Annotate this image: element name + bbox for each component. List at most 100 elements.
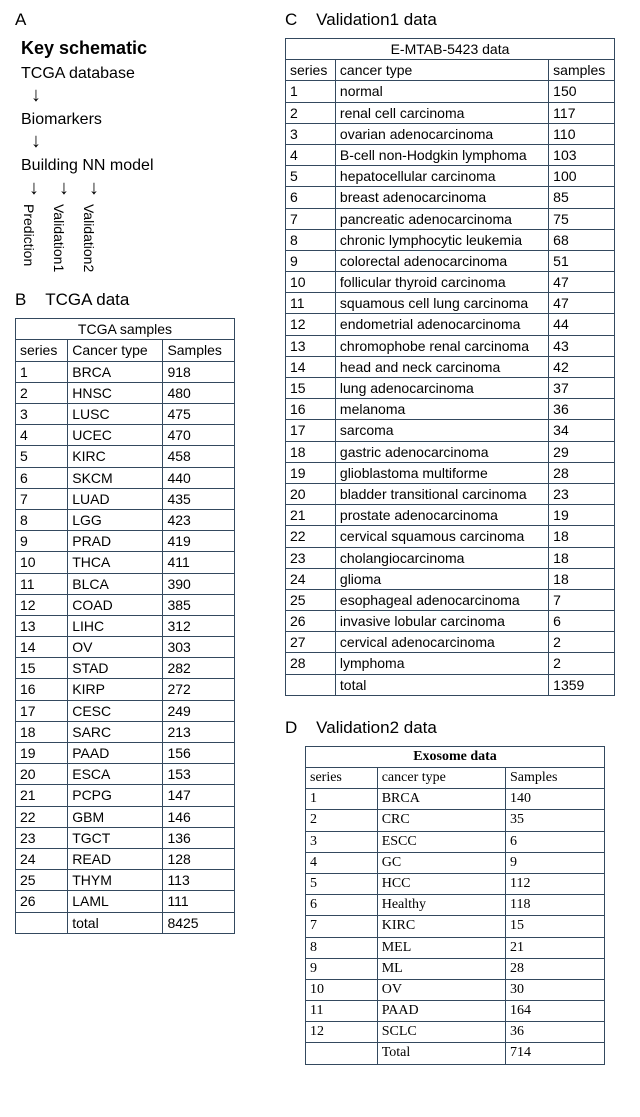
cell-series: 10 <box>16 552 68 573</box>
table-row: 18 SARC 213 <box>16 721 235 742</box>
table-row: 22 cervical squamous carcinoma 18 <box>286 526 615 547</box>
cell-series: 21 <box>286 505 336 526</box>
cell-samples: 28 <box>505 958 604 979</box>
cell-series: 4 <box>306 852 378 873</box>
table-row: 28 lymphoma 2 <box>286 653 615 674</box>
cell-series: 6 <box>286 187 336 208</box>
emtab-total-value: 1359 <box>549 674 615 695</box>
cell-series: 6 <box>306 895 378 916</box>
cell-series: 1 <box>286 81 336 102</box>
cell-series: 2 <box>286 102 336 123</box>
table-row: 8 LGG 423 <box>16 509 235 530</box>
cell-series: 10 <box>286 272 336 293</box>
cell-samples: 75 <box>549 208 615 229</box>
cell-type: GC <box>377 852 505 873</box>
table-row: 23 cholangiocarcinoma 18 <box>286 547 615 568</box>
cell-samples: 249 <box>163 700 235 721</box>
cell-series: 27 <box>286 632 336 653</box>
cell-series: 18 <box>286 441 336 462</box>
exo-h-samples: Samples <box>505 768 604 789</box>
cell-type: head and neck carcinoma <box>335 356 548 377</box>
cell-series: 22 <box>16 806 68 827</box>
cell-samples: 111 <box>163 891 235 912</box>
cell-series: 25 <box>286 589 336 610</box>
cell-samples: 51 <box>549 250 615 271</box>
cell-type: LUSC <box>68 404 163 425</box>
cell-samples: 110 <box>549 123 615 144</box>
panel-c-label: C <box>285 10 297 29</box>
cell-type: follicular thyroid carcinoma <box>335 272 548 293</box>
cell-series: 5 <box>286 166 336 187</box>
tcga-total-row: total 8425 <box>16 912 235 933</box>
cell-series: 3 <box>286 123 336 144</box>
table-row: 25 esophageal adenocarcinoma 7 <box>286 589 615 610</box>
cell-type: B-cell non-Hodgkin lymphoma <box>335 144 548 165</box>
table-row: 8 MEL 21 <box>306 937 605 958</box>
table-row: 24 READ 128 <box>16 848 235 869</box>
cell-type: THYM <box>68 870 163 891</box>
exo-body: 1 BRCA 140 2 CRC 35 3 ESCC 6 4 GC 9 <box>306 789 605 1043</box>
arrow-down-icon: ↓ <box>31 131 255 151</box>
panel-a: A Key schematic TCGA database ↓ Biomarke… <box>15 10 255 272</box>
schematic-step2: Biomarkers <box>21 111 255 129</box>
cell-type: lymphoma <box>335 653 548 674</box>
cell-samples: 918 <box>163 361 235 382</box>
cell-samples: 113 <box>163 870 235 891</box>
cell-samples: 29 <box>549 441 615 462</box>
emtab-caption: E-MTAB-5423 data <box>286 39 615 60</box>
table-row: 15 lung adenocarcinoma 37 <box>286 378 615 399</box>
table-row: 5 hepatocellular carcinoma 100 <box>286 166 615 187</box>
cell-type: KIRP <box>68 679 163 700</box>
cell-type: invasive lobular carcinoma <box>335 611 548 632</box>
cell-series: 15 <box>16 658 68 679</box>
cell-type: gastric adenocarcinoma <box>335 441 548 462</box>
cell-series: 4 <box>286 144 336 165</box>
table-row: 10 follicular thyroid carcinoma 47 <box>286 272 615 293</box>
cell-samples: 47 <box>549 272 615 293</box>
cell-series: 21 <box>16 785 68 806</box>
table-row: 12 endometrial adenocarcinoma 44 <box>286 314 615 335</box>
table-row: 1 BRCA 140 <box>306 789 605 810</box>
table-row: 13 chromophobe renal carcinoma 43 <box>286 335 615 356</box>
cell-series: 2 <box>16 382 68 403</box>
cell-type: bladder transitional carcinoma <box>335 483 548 504</box>
cell-type: SARC <box>68 721 163 742</box>
table-row: 6 breast adenocarcinoma 85 <box>286 187 615 208</box>
cell-series: 9 <box>306 958 378 979</box>
cell-type: glioblastoma multiforme <box>335 462 548 483</box>
cell-type: OV <box>68 637 163 658</box>
cell-samples: 2 <box>549 632 615 653</box>
table-row: 20 bladder transitional carcinoma 23 <box>286 483 615 504</box>
tcga-total-label: total <box>68 912 163 933</box>
table-row: 17 sarcoma 34 <box>286 420 615 441</box>
table-row: 12 COAD 385 <box>16 594 235 615</box>
table-row: 7 pancreatic adenocarcinoma 75 <box>286 208 615 229</box>
cell-samples: 37 <box>549 378 615 399</box>
cell-samples: 146 <box>163 806 235 827</box>
table-row: 21 prostate adenocarcinoma 19 <box>286 505 615 526</box>
arrow-down-icon: ↓ <box>59 177 69 200</box>
cell-samples: 385 <box>163 594 235 615</box>
cell-series: 7 <box>16 488 68 509</box>
cell-samples: 42 <box>549 356 615 377</box>
cell-type: hepatocellular carcinoma <box>335 166 548 187</box>
cell-series: 20 <box>16 764 68 785</box>
table-row: 16 KIRP 272 <box>16 679 235 700</box>
cell-samples: 458 <box>163 446 235 467</box>
tcga-caption: TCGA samples <box>16 319 235 340</box>
schematic-branch3: Validation2 <box>81 202 97 272</box>
cell-type: SCLC <box>377 1022 505 1043</box>
emtab-h-series: series <box>286 60 336 81</box>
cell-type: prostate adenocarcinoma <box>335 505 548 526</box>
cell-type: OV <box>377 979 505 1000</box>
cell-series: 9 <box>286 250 336 271</box>
table-row: 2 HNSC 480 <box>16 382 235 403</box>
table-row: 2 CRC 35 <box>306 810 605 831</box>
cell-type: BRCA <box>377 789 505 810</box>
cell-samples: 15 <box>505 916 604 937</box>
panel-d: D Validation2 data Exosome data series c… <box>285 718 625 1065</box>
cell-samples: 44 <box>549 314 615 335</box>
cell-series: 3 <box>16 404 68 425</box>
table-row: 19 glioblastoma multiforme 28 <box>286 462 615 483</box>
cell-samples: 36 <box>505 1022 604 1043</box>
